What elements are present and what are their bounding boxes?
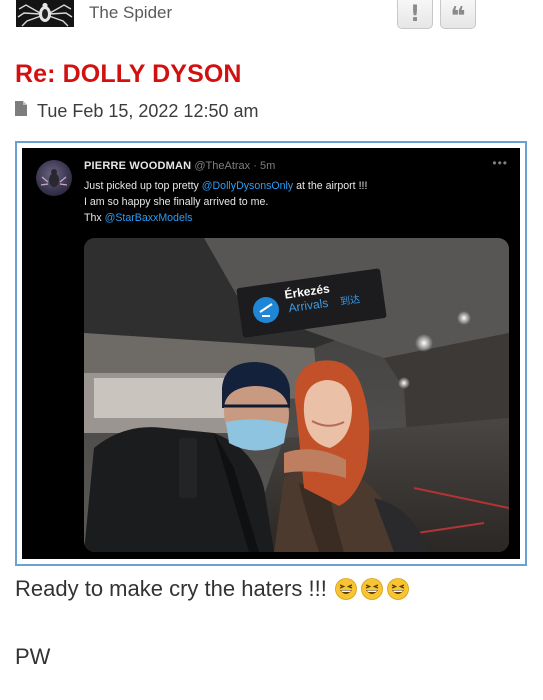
more-icon: ••• — [492, 156, 508, 170]
tweet-author-name: PIERRE WOODMAN — [84, 160, 192, 172]
emoji-row — [331, 578, 409, 600]
tweet-text-part: Thx — [84, 212, 105, 224]
tweet-photo: Érkezés Arrivals 到达 — [84, 238, 509, 552]
file-icon — [15, 101, 27, 121]
report-button[interactable]: ! — [397, 0, 433, 29]
post-body-text: Ready to make cry the haters !!! — [15, 576, 327, 601]
tweet-line-1: Just picked up top pretty @DollyDysonsOn… — [84, 178, 367, 194]
tweet-text-part: Just picked up top pretty — [84, 180, 202, 192]
tweet-line-3: Thx @StarBaxxModels — [84, 210, 367, 226]
tweet-separator: · — [253, 160, 257, 172]
post-date: Tue Feb 15, 2022 12:50 am — [37, 100, 259, 121]
spider-avatar-icon[interactable] — [16, 0, 74, 27]
tweet-mention: @DollyDysonsOnly — [201, 180, 294, 192]
embedded-tweet-image[interactable]: PIERRE WOODMAN @TheAtrax · 5m ••• Just p… — [15, 141, 527, 566]
post-meta: Tue Feb 15, 2022 12:50 am — [15, 99, 258, 123]
tweet-text-part: at the airport !!! — [293, 180, 368, 192]
post-title[interactable]: Re: DOLLY DYSON — [15, 60, 242, 89]
post-body: Ready to make cry the haters !!! — [15, 576, 409, 602]
grinning-squinting-face-icon — [386, 578, 409, 600]
tweet-header: PIERRE WOODMAN @TheAtrax · 5m — [84, 160, 275, 172]
tweet-handle: @TheAtrax — [194, 160, 251, 172]
tweet-time: 5m — [259, 160, 276, 172]
post-author-name[interactable]: The Spider — [89, 3, 172, 23]
tweet-text: Just picked up top pretty @DollyDysonsOn… — [84, 178, 367, 226]
tweet-mention: @StarBaxxModels — [104, 212, 193, 224]
quote-icon: ❝ — [450, 2, 466, 32]
report-icon: ! — [409, 1, 421, 27]
tweet-line-2: I am so happy she finally arrived to me. — [84, 196, 269, 208]
grinning-squinting-face-icon — [334, 578, 357, 600]
grinning-squinting-face-icon — [360, 578, 383, 600]
tweet-avatar — [36, 160, 72, 196]
post-header: The Spider ! ❝ — [0, 0, 543, 34]
tweet-card: PIERRE WOODMAN @TheAtrax · 5m ••• Just p… — [22, 148, 520, 559]
post-signature: PW — [15, 644, 51, 669]
quote-button[interactable]: ❝ — [440, 0, 476, 32]
